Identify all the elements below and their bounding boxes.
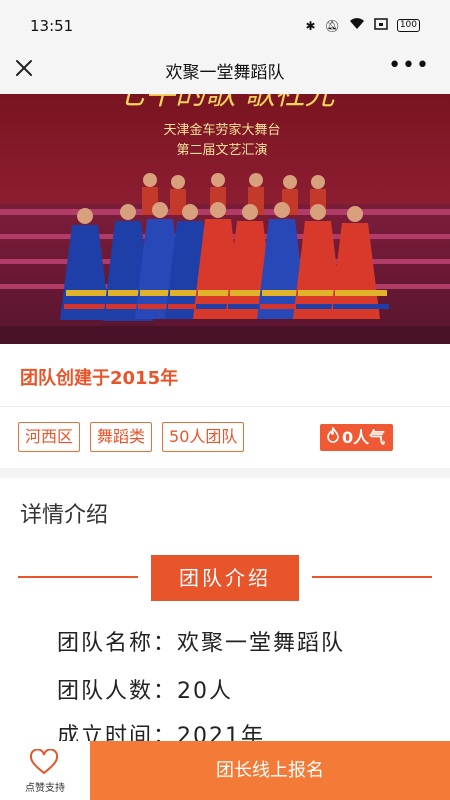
info-row-team-size: 团队人数：20人 [57, 673, 233, 705]
page-title: 欢聚一堂舞蹈队 [165, 63, 285, 83]
intro-banner: 团队介绍 [151, 555, 299, 601]
tag-list: 河西区 舞蹈类 50人团队 [18, 422, 245, 452]
section-separator [0, 468, 450, 478]
flame-icon [326, 424, 340, 451]
svg-text:天津金车劳家大舞台: 天津金车劳家大舞台 [163, 122, 280, 138]
leader-signup-button[interactable]: 团长线上报名 [90, 741, 450, 800]
info-row-team-name: 团队名称：欢聚一堂舞蹈队 [57, 625, 345, 657]
like-button[interactable]: 点赞支持 [0, 741, 90, 800]
tag-size: 50人团队 [162, 422, 245, 452]
info-value: 欢聚一堂舞蹈队 [177, 631, 346, 656]
banner-line-right [312, 576, 432, 578]
bluetooth-icon: ✱ [305, 18, 316, 33]
team-photo: 七牛的歌 歌社光 天津金车劳家大舞台 第二届文艺汇演 [0, 94, 450, 344]
battery-icon: 100 [396, 19, 420, 32]
status-icons: ✱ 🔕︎ 100 [306, 18, 420, 33]
section-title: 详情介绍 [20, 503, 109, 528]
more-options-icon[interactable]: ••• [388, 53, 430, 78]
divider [0, 406, 450, 407]
info-label: 团队人数： [57, 679, 178, 704]
popularity-badge: 0人气 [320, 424, 394, 451]
team-created-text: 团队创建于2015年 [20, 368, 179, 389]
status-time: 13:51 [30, 17, 74, 35]
info-label: 团队名称： [57, 631, 178, 656]
cast-icon [374, 18, 388, 33]
bottom-action-bar: 点赞支持 团长线上报名 [0, 741, 450, 800]
mute-icon: 🔕︎ [324, 18, 340, 33]
tag-district: 河西区 [18, 422, 81, 452]
info-value: 20人 [177, 679, 234, 704]
like-label: 点赞支持 [25, 783, 65, 794]
wifi-icon [349, 18, 365, 33]
heart-icon [29, 748, 59, 775]
status-bar: 13:51 ✱ 🔕︎ 100 [0, 0, 450, 50]
popularity-count: 0人气 [342, 428, 386, 447]
svg-text:第二届文艺汇演: 第二届文艺汇演 [176, 142, 267, 158]
nav-bar: 欢聚一堂舞蹈队 ••• [0, 50, 450, 94]
svg-text:七牛的歌 歌社光: 七牛的歌 歌社光 [115, 94, 337, 112]
banner-line-left [18, 576, 138, 578]
tag-category: 舞蹈类 [90, 422, 153, 452]
